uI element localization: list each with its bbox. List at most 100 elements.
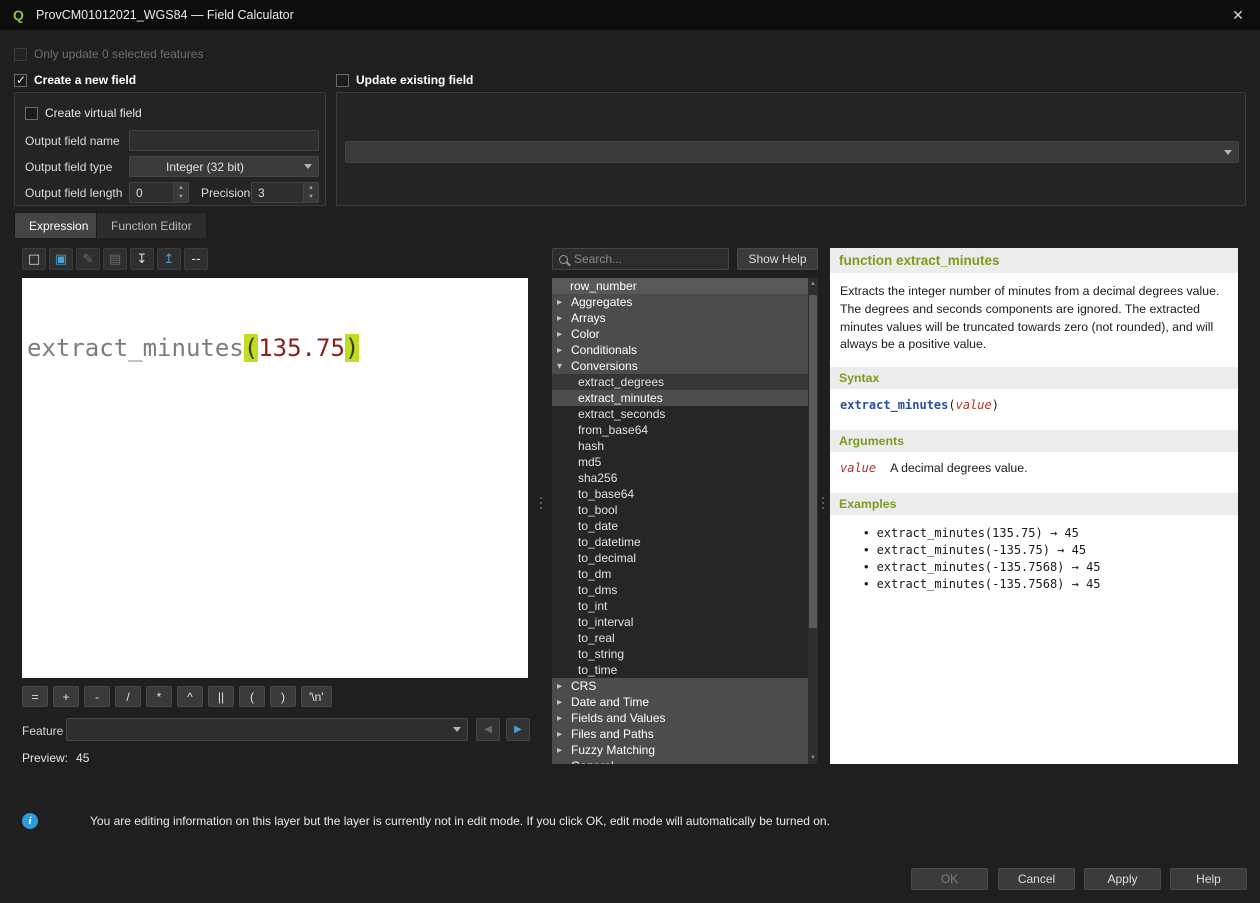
chevron-right-icon[interactable]: ▸ — [557, 729, 571, 740]
checkbox-checked-icon[interactable] — [14, 74, 27, 87]
output-field-name-input[interactable] — [129, 130, 319, 151]
tree-item-to_int[interactable]: to_int — [552, 598, 808, 614]
operator-button[interactable]: '\n' — [301, 686, 332, 707]
tree-item-to_interval[interactable]: to_interval — [552, 614, 808, 630]
operator-button[interactable]: / — [115, 686, 141, 707]
tree-item-to_datetime[interactable]: to_datetime — [552, 534, 808, 550]
ok-button[interactable]: OK — [911, 868, 988, 890]
tree-item-md5[interactable]: md5 — [552, 454, 808, 470]
spinner-buttons[interactable]: ▲▼ — [303, 183, 318, 202]
export-expression-icon[interactable]: ↥ — [157, 248, 181, 270]
paste-expression-icon[interactable]: ▤ — [103, 248, 127, 270]
spin-up-icon[interactable]: ▲ — [304, 183, 318, 193]
expression-editor[interactable]: extract_minutes(135.75) — [22, 278, 528, 678]
create-virtual-field-checkbox[interactable]: Create virtual field — [25, 106, 142, 120]
update-existing-field-checkbox[interactable]: Update existing field — [336, 73, 473, 87]
tree-item-Date and Time[interactable]: ▸Date and Time — [552, 694, 808, 710]
operator-button[interactable]: = — [22, 686, 48, 707]
spin-down-icon[interactable]: ▼ — [304, 193, 318, 203]
tree-item-Conversions[interactable]: ▾Conversions — [552, 358, 808, 374]
checkbox-icon[interactable] — [25, 107, 38, 120]
save-expression-icon[interactable]: ▣ — [49, 248, 73, 270]
tree-item-Aggregates[interactable]: ▸Aggregates — [552, 294, 808, 310]
tree-item-to_dm[interactable]: to_dm — [552, 566, 808, 582]
scroll-down-icon[interactable]: ▼ — [808, 752, 818, 764]
precision-spinner[interactable]: 3 ▲▼ — [251, 182, 319, 203]
scrollbar-thumb[interactable] — [809, 295, 817, 628]
output-field-length-spinner[interactable]: 0 ▲▼ — [129, 182, 189, 203]
argument-name: value — [840, 461, 876, 475]
tree-item-to_bool[interactable]: to_bool — [552, 502, 808, 518]
tree-item-to_string[interactable]: to_string — [552, 646, 808, 662]
tree-item-Color[interactable]: ▸Color — [552, 326, 808, 342]
tab-expression[interactable]: Expression — [14, 212, 103, 238]
tree-item-to_base64[interactable]: to_base64 — [552, 486, 808, 502]
tree-item-from_base64[interactable]: from_base64 — [552, 422, 808, 438]
chevron-right-icon[interactable]: ▸ — [557, 345, 571, 356]
existing-field-select[interactable] — [345, 141, 1239, 163]
function-search[interactable] — [552, 248, 729, 270]
tree-item-to_time[interactable]: to_time — [552, 662, 808, 678]
output-field-type-select[interactable]: Integer (32 bit) — [129, 156, 319, 177]
operator-button[interactable]: - — [84, 686, 110, 707]
operator-button[interactable]: ( — [239, 686, 265, 707]
apply-button[interactable]: Apply — [1084, 868, 1161, 890]
tree-item-extract_seconds[interactable]: extract_seconds — [552, 406, 808, 422]
tree-item-to_decimal[interactable]: to_decimal — [552, 550, 808, 566]
cancel-button[interactable]: Cancel — [998, 868, 1075, 890]
tree-item-hash[interactable]: hash — [552, 438, 808, 454]
previous-feature-button[interactable]: ◀ — [476, 718, 500, 741]
help-button[interactable]: Help — [1170, 868, 1247, 890]
checkbox-icon[interactable] — [336, 74, 349, 87]
tree-item-Conditionals[interactable]: ▸Conditionals — [552, 342, 808, 358]
comment-toggle-button[interactable]: -- — [184, 248, 208, 270]
spinner-buttons[interactable]: ▲▼ — [173, 183, 188, 202]
chevron-down-icon[interactable]: ▾ — [557, 361, 571, 372]
show-help-button[interactable]: Show Help — [737, 248, 818, 270]
scroll-up-icon[interactable]: ▲ — [808, 278, 818, 290]
tree-item-to_dms[interactable]: to_dms — [552, 582, 808, 598]
tree-item-Files and Paths[interactable]: ▸Files and Paths — [552, 726, 808, 742]
tree-item-sha256[interactable]: sha256 — [552, 470, 808, 486]
chevron-right-icon[interactable]: ▸ — [557, 681, 571, 692]
operator-button[interactable]: + — [53, 686, 79, 707]
operator-button[interactable]: * — [146, 686, 172, 707]
only-update-selected-checkbox[interactable]: Only update 0 selected features — [14, 47, 203, 61]
tree-item-label: extract_seconds — [578, 407, 665, 421]
spin-up-icon[interactable]: ▲ — [174, 183, 188, 193]
tree-item-to_date[interactable]: to_date — [552, 518, 808, 534]
chevron-right-icon[interactable]: ▸ — [557, 313, 571, 324]
tree-item-Arrays[interactable]: ▸Arrays — [552, 310, 808, 326]
tree-item-row_number[interactable]: row_number — [552, 278, 808, 294]
chevron-right-icon[interactable]: ▸ — [557, 697, 571, 708]
spin-down-icon[interactable]: ▼ — [174, 193, 188, 203]
tree-item-to_real[interactable]: to_real — [552, 630, 808, 646]
next-feature-button[interactable]: ▶ — [506, 718, 530, 741]
tree-item-extract_degrees[interactable]: extract_degrees — [552, 374, 808, 390]
chevron-right-icon[interactable]: ▸ — [557, 329, 571, 340]
tree-item-CRS[interactable]: ▸CRS — [552, 678, 808, 694]
chevron-right-icon[interactable]: ▸ — [557, 297, 571, 308]
create-new-field-checkbox[interactable]: Create a new field — [14, 73, 136, 87]
edit-expression-icon[interactable]: ✎ — [76, 248, 100, 270]
splitter-handle[interactable] — [820, 488, 826, 518]
operator-button[interactable]: || — [208, 686, 234, 707]
tab-function-editor[interactable]: Function Editor — [96, 212, 207, 238]
tree-item-Fuzzy Matching[interactable]: ▸Fuzzy Matching — [552, 742, 808, 758]
search-input[interactable] — [574, 252, 704, 266]
operator-button[interactable]: ^ — [177, 686, 203, 707]
tree-item-extract_minutes[interactable]: extract_minutes — [552, 390, 808, 406]
feature-select[interactable] — [66, 718, 468, 741]
tree-item-Fields and Values[interactable]: ▸Fields and Values — [552, 710, 808, 726]
import-expression-icon[interactable]: ↧ — [130, 248, 154, 270]
tree-scrollbar[interactable]: ▲ ▼ — [808, 278, 818, 764]
checkbox-icon[interactable] — [14, 48, 27, 61]
chevron-right-icon[interactable]: ▸ — [557, 713, 571, 724]
new-expression-icon[interactable]: □ — [22, 248, 46, 270]
close-icon[interactable]: ✕ — [1226, 3, 1250, 27]
chevron-right-icon[interactable]: ▸ — [557, 745, 571, 756]
operator-button[interactable]: ) — [270, 686, 296, 707]
splitter-handle[interactable] — [538, 488, 544, 518]
tree-item-General[interactable]: ▸General — [552, 758, 808, 764]
chevron-right-icon[interactable]: ▸ — [557, 761, 571, 765]
